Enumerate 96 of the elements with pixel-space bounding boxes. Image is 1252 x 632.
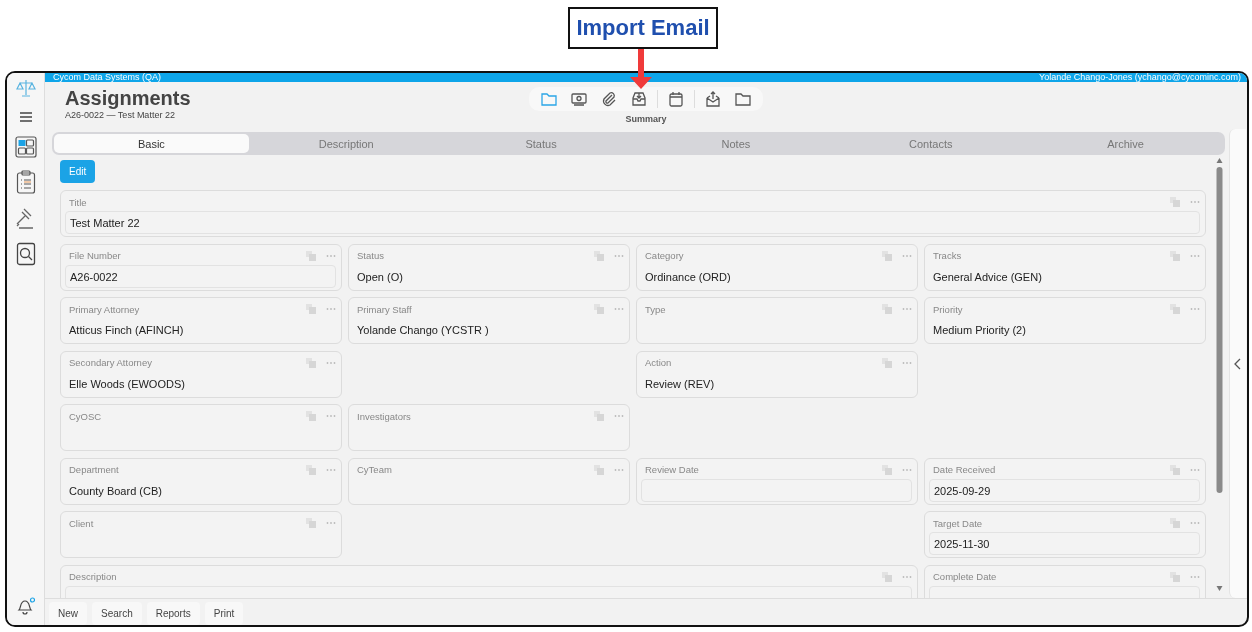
field-label: Category — [645, 250, 685, 261]
field-value: County Board (CB) — [69, 484, 162, 497]
field-label: Secondary Attorney — [69, 357, 153, 368]
footer-button[interactable]: Search — [92, 602, 142, 625]
field-value: Ordinance (ORD) — [645, 270, 731, 283]
more-icon[interactable] — [1190, 307, 1200, 311]
more-icon[interactable] — [902, 574, 912, 579]
copy-icon[interactable] — [306, 304, 316, 314]
field-label: Description — [69, 571, 118, 582]
field-label: CyTeam — [357, 464, 393, 475]
copy-icon[interactable] — [1170, 571, 1180, 582]
field-value: Medium Priority (2) — [933, 324, 1026, 336]
more-icon[interactable] — [902, 307, 912, 311]
field-value: Elle Woods (EWOODS) — [69, 377, 185, 390]
copy-icon[interactable] — [1170, 464, 1180, 475]
copy-icon[interactable] — [1170, 250, 1180, 261]
copy-icon[interactable] — [594, 304, 604, 314]
field-value: Atticus Finch (AFINCH) — [69, 324, 184, 336]
copy-icon[interactable] — [1170, 304, 1180, 314]
field-label: Type — [645, 303, 667, 315]
field-label: Action — [645, 357, 673, 368]
copy-icon[interactable] — [306, 250, 316, 261]
field-label: CyOSC — [69, 410, 103, 422]
tab[interactable]: Basic — [54, 134, 249, 153]
more-icon[interactable] — [614, 253, 624, 258]
more-icon[interactable] — [614, 307, 624, 311]
scales-logo-icon — [15, 78, 36, 98]
copy-icon[interactable] — [306, 357, 316, 368]
field-value: Review (REV) — [645, 377, 715, 390]
field-value: Open (O) — [357, 270, 403, 283]
more-icon[interactable] — [902, 467, 912, 472]
field-label: Complete Date — [933, 571, 998, 582]
copy-icon[interactable] — [594, 250, 604, 261]
more-icon[interactable] — [614, 467, 624, 472]
more-icon[interactable] — [326, 467, 336, 472]
field-label: Priority — [933, 303, 964, 315]
input-field[interactable]: Test Matter 22 — [65, 211, 1200, 234]
chevron-left-icon[interactable] — [1234, 357, 1242, 370]
field-label: Review Date — [645, 464, 700, 475]
field-label: Primary Attorney — [69, 303, 141, 315]
copy-icon[interactable] — [882, 304, 892, 314]
more-icon[interactable] — [326, 360, 336, 365]
field-label: Department — [69, 464, 120, 475]
more-icon[interactable] — [902, 253, 912, 258]
more-icon[interactable] — [1190, 521, 1200, 525]
more-icon[interactable] — [326, 253, 336, 258]
more-icon[interactable] — [1190, 253, 1200, 258]
more-icon[interactable] — [1190, 467, 1200, 472]
field-label: Investigators — [357, 410, 412, 422]
footer-button[interactable]: New — [49, 602, 87, 625]
more-icon[interactable] — [326, 307, 336, 311]
arrow — [630, 49, 653, 89]
field-label: Date Received — [933, 464, 997, 475]
dashboard-icon[interactable] — [14, 136, 37, 158]
footer-button[interactable]: Print — [204, 602, 244, 625]
copy-icon[interactable] — [594, 464, 604, 475]
field-label: Primary Staff — [357, 303, 413, 315]
copy-icon[interactable] — [882, 464, 892, 475]
copy-icon[interactable] — [1170, 518, 1180, 528]
field-label: Status — [357, 250, 385, 261]
field-value: Yolande Chango (YCSTR ) — [357, 324, 489, 336]
more-icon[interactable] — [326, 414, 336, 418]
field-label: Title — [69, 196, 88, 208]
notification-bell-icon[interactable] — [15, 597, 36, 615]
field-label: Target Date — [933, 517, 984, 529]
page-title: Assignments — [65, 87, 192, 109]
copy-icon[interactable] — [594, 411, 604, 421]
organization-name: Cycom Data Systems (QA) — [53, 73, 162, 82]
copy-icon[interactable] — [306, 464, 316, 475]
footer-button[interactable]: Reports — [146, 602, 200, 625]
menu-icon[interactable] — [17, 110, 34, 124]
callout-label: Import Email — [568, 7, 718, 49]
more-icon[interactable] — [326, 521, 336, 525]
copy-icon[interactable] — [1170, 197, 1180, 207]
clipboard-icon[interactable] — [15, 170, 36, 194]
record-subtitle: A26-0022 — Test Matter 22 — [65, 110, 176, 120]
toolbar-caption: Summary — [625, 114, 667, 124]
copy-icon[interactable] — [306, 518, 316, 528]
field-label: File Number — [69, 250, 122, 261]
user-name: Yolande Chango-Jones (ychango@cycominc.com) — [1039, 73, 1241, 82]
copy-icon[interactable] — [882, 357, 892, 368]
copy-icon[interactable] — [306, 411, 316, 421]
more-icon[interactable] — [1190, 200, 1200, 204]
copy-icon[interactable] — [882, 571, 892, 582]
more-icon[interactable] — [902, 360, 912, 365]
input-field[interactable]: A26-0022 — [65, 264, 336, 288]
more-icon[interactable] — [1190, 574, 1200, 579]
field-label: Tracks — [933, 250, 963, 261]
scrollbar[interactable] — [1215, 157, 1224, 593]
more-icon[interactable] — [614, 414, 624, 418]
document-search-icon[interactable] — [15, 242, 36, 266]
input-field[interactable]: 2025-09-29 — [929, 478, 1200, 502]
input-field[interactable]: 2025-11-30 — [929, 532, 1200, 555]
field-value: General Advice (GEN) — [933, 270, 1042, 283]
copy-icon[interactable] — [882, 250, 892, 261]
field-label: Client — [69, 517, 95, 529]
